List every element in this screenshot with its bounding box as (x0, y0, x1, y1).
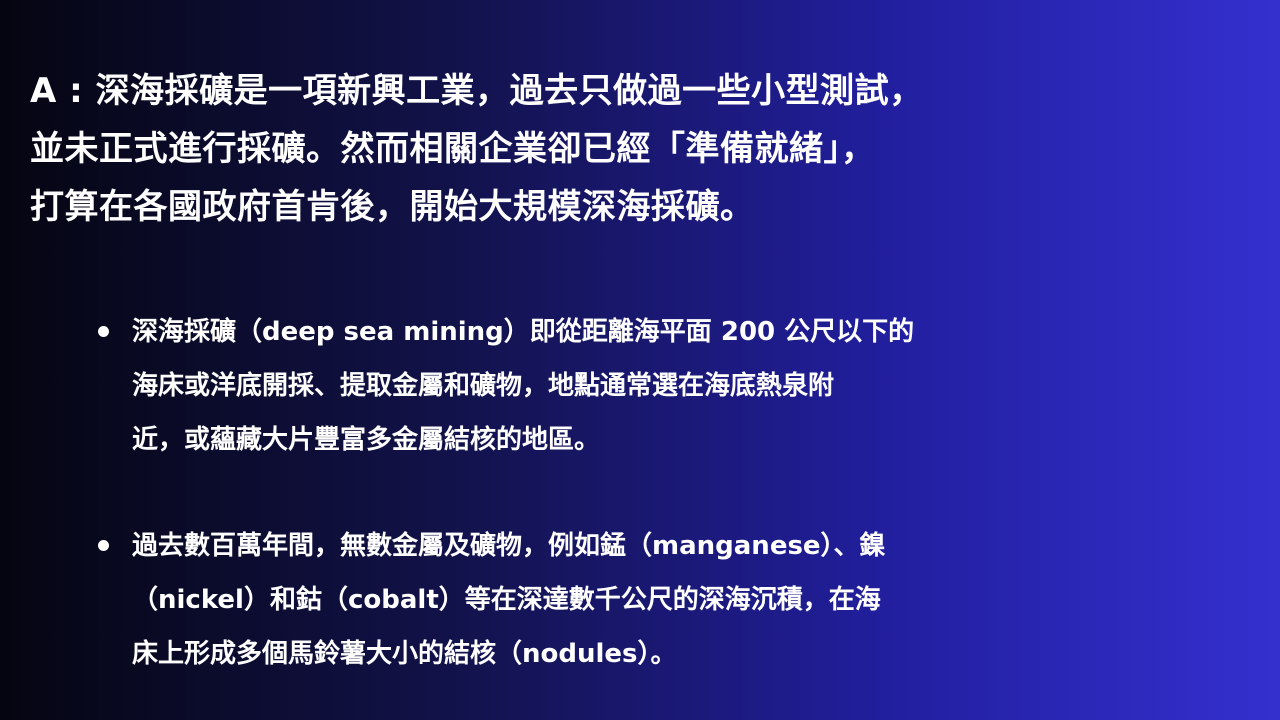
bullet-item: 深海採礦（deep sea mining）即從距離海平面 200 公尺以下的 海… (92, 305, 1212, 467)
bullet-line: 過去數百萬年間，無數金屬及礦物，例如錳（manganese）、鎳 (132, 531, 886, 561)
bullet-list: 深海採礦（deep sea mining）即從距離海平面 200 公尺以下的 海… (92, 305, 1212, 681)
answer-heading: A : 深海採礦是一項新興工業，過去只做過一些小型測試， 並未正式進行採礦。然而… (30, 62, 1260, 236)
bullet-line: 海床或洋底開採、提取金屬和礦物，地點通常選在海底熱泉附 (132, 371, 835, 401)
bullet-line: 近，或蘊藏大片豐富多金屬結核的地區。 (132, 425, 601, 455)
heading-line: 打算在各國政府首肯後，開始大規模深海採礦。 (30, 187, 755, 227)
slide: A : 深海採礦是一項新興工業，過去只做過一些小型測試， 並未正式進行採礦。然而… (0, 0, 1280, 720)
bullet-line: 深海採礦（deep sea mining）即從距離海平面 200 公尺以下的 (132, 317, 915, 347)
bullet-line: 床上形成多個馬鈴薯大小的結核（nodules）。 (132, 639, 677, 669)
bullet-dot-icon (98, 540, 109, 551)
bullet-dot-icon (98, 326, 109, 337)
heading-line: 並未正式進行採礦。然而相關企業卻已經「準備就緒」， (30, 129, 876, 169)
bullet-item: 過去數百萬年間，無數金屬及礦物，例如錳（manganese）、鎳 （nickel… (92, 519, 1212, 681)
heading-line: A : 深海採礦是一項新興工業，過去只做過一些小型測試， (30, 71, 924, 111)
bullet-line: （nickel）和鈷（cobalt）等在深達數千公尺的深海沉積，在海 (132, 585, 881, 615)
